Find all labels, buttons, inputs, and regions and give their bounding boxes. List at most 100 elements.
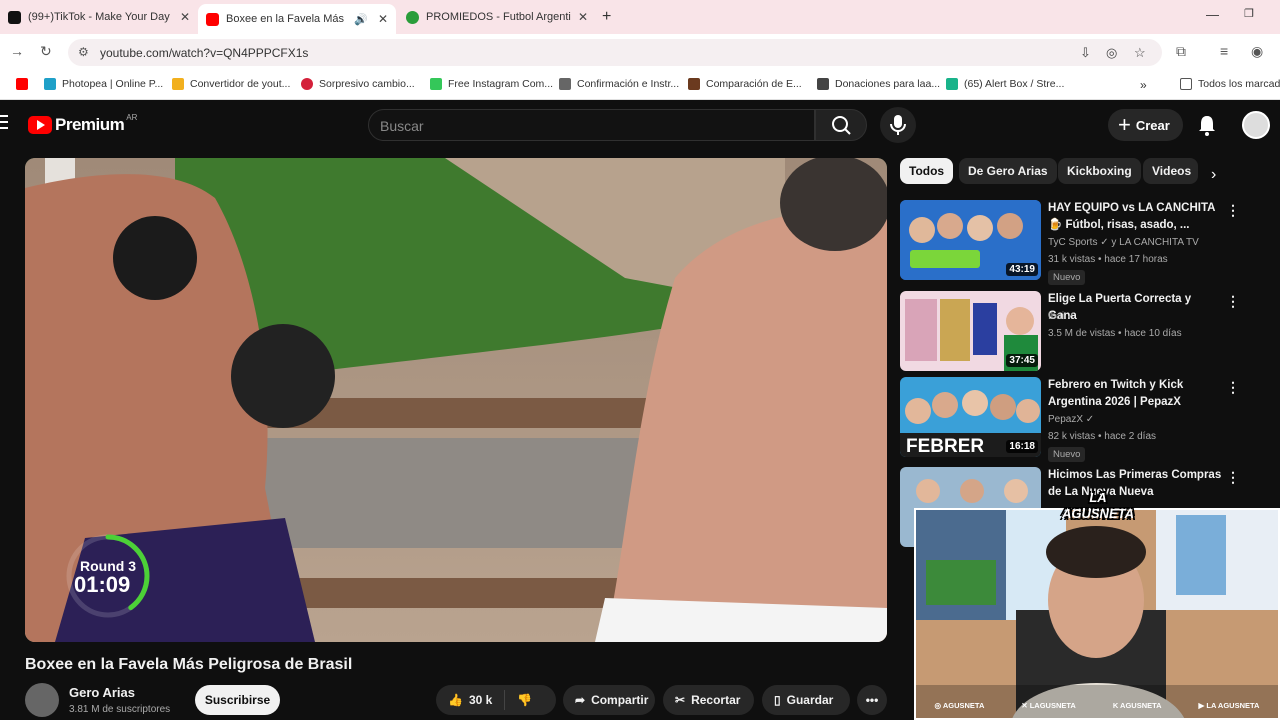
more-actions-button[interactable]: ••• — [857, 685, 887, 715]
chip-todos[interactable]: Todos — [900, 158, 954, 184]
media-icon[interactable]: ≡ — [1220, 43, 1228, 59]
account-avatar[interactable] — [1242, 111, 1270, 139]
bookmark[interactable]: Sorpresivo cambio... — [301, 78, 415, 90]
site-info-icon[interactable]: ⚙ — [78, 45, 89, 59]
forward-icon[interactable]: → — [10, 43, 24, 59]
search-button[interactable] — [815, 109, 867, 141]
bookmark[interactable]: Confirmación e Instr... — [559, 78, 679, 90]
save-button[interactable]: ▯ Guardar — [762, 685, 850, 715]
minimize-icon[interactable]: — — [1206, 7, 1219, 22]
bookmark[interactable]: Convertidor de yout... — [172, 78, 290, 90]
profile-icon[interactable]: ◉ — [1251, 43, 1263, 60]
recommendation-meta: 3.5 M de vistas • hace 10 días — [1048, 328, 1182, 339]
close-tab-icon[interactable]: ✕ — [180, 10, 190, 24]
chevron-right-icon[interactable]: › — [1211, 166, 1216, 184]
recommendation-title[interactable]: HAY EQUIPO vs LA CANCHITA 🍺 Fútbol, risa… — [1048, 200, 1223, 234]
recommendation-channel[interactable]: Ibai ✓ — [1048, 311, 1075, 322]
recommendation-menu-icon[interactable]: ⋮ — [1226, 379, 1240, 396]
voice-search-button[interactable] — [880, 107, 916, 143]
audio-icon[interactable]: 🔊 — [354, 13, 368, 26]
address-bar[interactable]: ⚙ youtube.com/watch?v=QN4PPPCFX1s ⇩ ◎ ☆ — [68, 39, 1162, 66]
channel-avatar[interactable] — [25, 683, 59, 717]
link-icon — [559, 78, 571, 90]
restore-icon[interactable]: ❐ — [1244, 7, 1254, 20]
instagram-tool-icon — [430, 78, 442, 90]
recommendation-channel[interactable]: TyC Sports ✓ y LA CANCHITA TV — [1048, 237, 1199, 248]
tab-title: (99+)TikTok - Make Your Day — [28, 11, 170, 23]
video-duration: 37:45 — [1006, 354, 1038, 367]
recommendation-channel[interactable]: PepazX ✓ — [1048, 414, 1094, 425]
recommendation-item[interactable]: 43:19 HAY EQUIPO vs LA CANCHITA 🍺 Fútbol… — [900, 200, 1270, 285]
dislike-icon[interactable]: 👎 — [517, 693, 532, 707]
bookmark-youtube[interactable] — [16, 78, 34, 90]
like-count[interactable]: 30 k — [469, 693, 492, 707]
extensions-icon[interactable]: ⧉ — [1176, 43, 1186, 60]
bookmark[interactable]: (65) Alert Box / Stre... — [946, 78, 1064, 90]
recommendation-menu-icon[interactable]: ⋮ — [1226, 469, 1240, 486]
recommendation-title[interactable]: Febrero en Twitch y Kick Argentina 2026 … — [1048, 377, 1223, 411]
new-tab-button[interactable]: + — [602, 8, 611, 26]
photopea-icon — [44, 78, 56, 90]
create-button[interactable]: + Crear — [1108, 109, 1183, 141]
streamer-logo: LA AGUSNETA — [1062, 490, 1134, 521]
converter-icon — [172, 78, 184, 90]
recommendation-item[interactable]: 37:45 Elige La Puerta Correcta y Gana Ib… — [900, 291, 1270, 371]
round-timer-overlay: Round 3 01:09 — [62, 530, 154, 622]
hamburger-menu-icon[interactable] — [0, 115, 8, 133]
video-thumbnail[interactable]: FEBRER 16:18 — [900, 377, 1041, 457]
more-bookmarks-icon[interactable]: » — [1140, 78, 1147, 92]
x-handle: ✕ LAGUSNETA — [1021, 700, 1076, 710]
instagram-handle: ◎ AGUSNETA — [934, 700, 985, 710]
bookmark[interactable]: Donaciones para laa... — [817, 78, 940, 90]
recommendation-menu-icon[interactable]: ⋮ — [1226, 293, 1240, 310]
close-tab-icon[interactable]: ✕ — [378, 12, 388, 26]
social-handles: ◎ AGUSNETA ✕ LAGUSNETA K AGUSNETA ▶ LA A… — [916, 696, 1278, 714]
youtube-play-icon — [28, 116, 52, 134]
video-thumbnail[interactable]: 37:45 — [900, 291, 1041, 371]
browser-tab[interactable]: PROMIEDOS - Futbol Argentino ✕ — [398, 4, 596, 30]
chip-videos[interactable]: Videos — [1143, 158, 1198, 184]
youtube-icon — [206, 12, 219, 26]
video-thumbnail[interactable]: 43:19 — [900, 200, 1041, 280]
recommendation-item[interactable]: FEBRER 16:18 Febrero en Twitch y Kick Ar… — [900, 377, 1270, 462]
notifications-button[interactable] — [1196, 113, 1218, 142]
subscriber-count: 3.81 M de suscriptores — [69, 704, 171, 715]
video-duration: 43:19 — [1006, 263, 1038, 276]
chip-kickboxing[interactable]: Kickboxing — [1058, 158, 1141, 184]
close-tab-icon[interactable]: ✕ — [578, 10, 588, 24]
video-player[interactable] — [25, 158, 887, 642]
browser-tab-active[interactable]: Boxee en la Favela Más Peligrosa de Bras… — [198, 4, 396, 34]
folder-icon — [1180, 78, 1192, 90]
star-icon[interactable]: ☆ — [1134, 45, 1146, 61]
bell-icon — [1199, 116, 1215, 136]
browser-tabstrip: (99+)TikTok - Make Your Day ✕ Boxee en l… — [0, 0, 1280, 34]
reload-icon[interactable]: ↻ — [40, 43, 52, 60]
bookmark[interactable]: Photopea | Online P... — [44, 78, 163, 90]
subscribe-button[interactable]: Suscribirse — [195, 685, 280, 715]
like-dislike-group: 👍 30 k 👎 — [436, 685, 556, 715]
kick-handle: K AGUSNETA — [1112, 700, 1162, 710]
promiedos-icon — [406, 10, 419, 24]
tab-title: PROMIEDOS - Futbol Argentino — [426, 11, 571, 23]
chip-de-gero-arias[interactable]: De Gero Arias — [959, 158, 1057, 184]
all-bookmarks[interactable]: Todos los marcadores — [1180, 78, 1280, 90]
bookmark[interactable]: Free Instagram Com... — [430, 78, 553, 90]
clip-button[interactable]: ✂ Recortar — [663, 685, 754, 715]
recommendation-meta: 82 k vistas • hace 2 días — [1048, 431, 1157, 442]
url-text[interactable]: youtube.com/watch?v=QN4PPPCFX1s — [100, 46, 308, 60]
install-icon[interactable]: ⇩ — [1080, 45, 1091, 61]
bookmark[interactable]: Comparación de E... — [688, 78, 802, 90]
share-button[interactable]: ➦ Compartir — [563, 685, 655, 715]
search-input[interactable]: Buscar — [368, 109, 815, 141]
youtube-premium-logo[interactable]: Premium AR — [28, 113, 137, 135]
search-icon — [832, 116, 851, 135]
channel-name[interactable]: Gero Arias — [69, 685, 135, 700]
eye-off-icon[interactable]: ◎ — [1106, 45, 1117, 61]
recommendation-menu-icon[interactable]: ⋮ — [1226, 202, 1240, 219]
browser-tab[interactable]: (99+)TikTok - Make Your Day ✕ — [0, 4, 198, 30]
like-icon[interactable]: 👍 — [448, 693, 463, 707]
video-frame — [25, 158, 887, 642]
svg-text:FEBRER: FEBRER — [906, 436, 984, 457]
microphone-icon — [890, 115, 906, 135]
round-time: 01:09 — [74, 572, 131, 597]
